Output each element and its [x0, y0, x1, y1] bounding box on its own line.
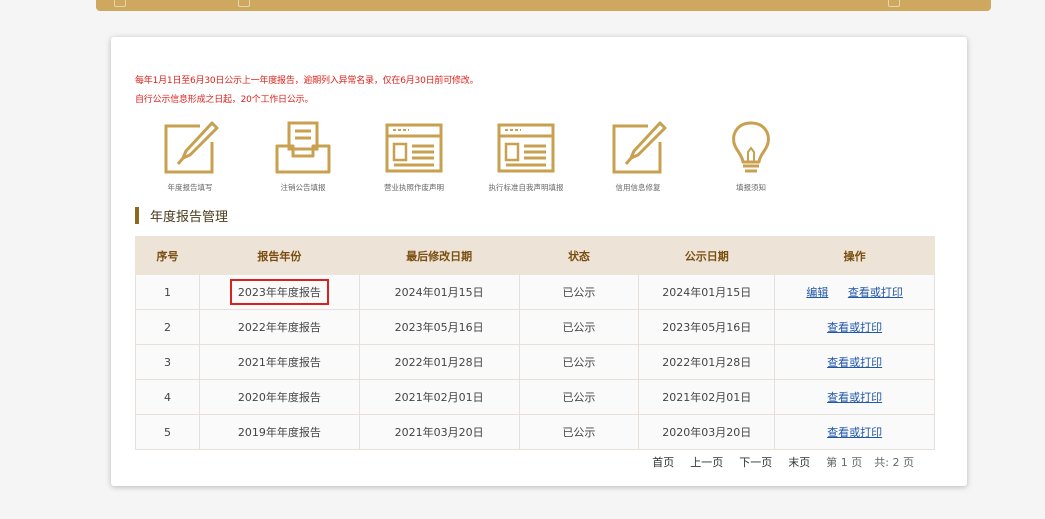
repair-edit-icon [612, 121, 667, 174]
table-row: 3 2021年年度报告 2022年01月28日 已公示 2022年01月28日 … [135, 344, 935, 380]
view-print-link[interactable]: 查看或打印 [848, 286, 903, 299]
lightbulb-icon [732, 121, 770, 173]
filing-guide-button[interactable]: 填报须知 [696, 120, 806, 193]
row-published: 2020年03月20日 [638, 414, 776, 450]
row-no: 3 [135, 344, 200, 380]
standard-card-icon [497, 123, 555, 173]
section-marker [135, 207, 139, 224]
total-pages-prefix: 共: [874, 456, 889, 469]
row-year: 2021年年度报告 [198, 344, 360, 380]
credit-repair-button[interactable]: 信用信息修复 [583, 120, 693, 193]
row-status: 已公示 [518, 309, 640, 345]
edit-link[interactable]: 编辑 [806, 286, 828, 299]
row-published: 2021年02月01日 [638, 379, 776, 415]
row-published: 2023年05月16日 [638, 309, 776, 345]
notice-deadline: 每年1月1日至6月30日公示上一年度报告，逾期列入异常名录，仅在6月30日前可修… [135, 76, 479, 86]
row-modified: 2021年02月01日 [358, 379, 520, 415]
table-row: 5 2019年年度报告 2021年03月20日 已公示 2020年03月20日 … [135, 414, 935, 450]
row-modified: 2021年03月20日 [358, 414, 520, 450]
section-title-text: 年度报告管理 [150, 210, 229, 225]
row-no: 1 [135, 274, 200, 310]
toolbar-icon[interactable] [114, 0, 126, 7]
total-pages-indicator: 共: 2 页 [874, 454, 914, 470]
row-actions: 编辑 查看或打印 [774, 274, 935, 310]
toolbar-icon[interactable] [888, 0, 900, 7]
col-header-year: 报告年份 [198, 236, 360, 275]
prev-page-link[interactable]: 上一页 [690, 454, 723, 470]
current-page-indicator: 第 1 页 [826, 454, 862, 470]
deregistration-notice-label: 注销公告填报 [280, 183, 326, 192]
license-card-icon [385, 123, 443, 173]
row-no: 5 [135, 414, 200, 450]
row-no: 2 [135, 309, 200, 345]
view-print-link[interactable]: 查看或打印 [827, 356, 882, 369]
row-status: 已公示 [518, 414, 640, 450]
col-header-published: 公示日期 [638, 236, 776, 275]
report-panel: 每年1月1日至6月30日公示上一年度报告，逾期列入异常名录，仅在6月30日前可修… [111, 37, 967, 486]
next-page-link[interactable]: 下一页 [739, 454, 772, 470]
table-row: 1 2023年年度报告 2024年01月15日 已公示 2024年01月15日 … [135, 274, 935, 310]
annual-report-table: 序号 报告年份 最后修改日期 状态 公示日期 操作 1 2023年年度报告 20… [135, 236, 935, 450]
inbox-tray-icon [275, 121, 331, 174]
last-page-link[interactable]: 末页 [788, 454, 810, 470]
first-page-link[interactable]: 首页 [652, 454, 674, 470]
toolbar-icon[interactable] [238, 0, 250, 7]
annual-report-fill-button[interactable]: 年度报告填写 [135, 120, 245, 193]
edit-document-icon [164, 121, 219, 174]
row-year-cell: 2023年年度报告 [198, 274, 360, 310]
row-actions: 查看或打印 [774, 309, 935, 345]
license-void-label: 营业执照作废声明 [384, 183, 444, 192]
pagination: 首页 上一页 下一页 末页 第 1 页 共: 2 页 [636, 454, 914, 470]
view-print-link[interactable]: 查看或打印 [827, 321, 882, 334]
row-no: 4 [135, 379, 200, 415]
standard-declaration-button[interactable]: 执行标准自我声明填报 [471, 120, 581, 193]
col-header-no: 序号 [135, 236, 200, 275]
row-modified: 2022年01月28日 [358, 344, 520, 380]
view-print-link[interactable]: 查看或打印 [827, 426, 882, 439]
deregistration-notice-button[interactable]: 注销公告填报 [248, 120, 358, 193]
row-published: 2022年01月28日 [638, 344, 776, 380]
row-status: 已公示 [518, 274, 640, 310]
top-toolbar [96, 0, 991, 11]
standard-declaration-label: 执行标准自我声明填报 [488, 183, 564, 192]
row-year: 2020年年度报告 [198, 379, 360, 415]
table-row: 4 2020年年度报告 2021年02月01日 已公示 2021年02月01日 … [135, 379, 935, 415]
current-page-number: 1 [840, 456, 848, 469]
current-page-prefix: 第 [826, 456, 838, 469]
row-published: 2024年01月15日 [638, 274, 776, 310]
row-year-highlighted: 2023年年度报告 [229, 279, 329, 305]
row-modified: 2023年05月16日 [358, 309, 520, 345]
row-status: 已公示 [518, 344, 640, 380]
view-print-link[interactable]: 查看或打印 [827, 391, 882, 404]
annual-report-fill-label: 年度报告填写 [167, 183, 213, 192]
row-actions: 查看或打印 [774, 379, 935, 415]
filing-guide-label: 填报须知 [736, 183, 766, 192]
row-year: 2019年年度报告 [198, 414, 360, 450]
row-actions: 查看或打印 [774, 414, 935, 450]
col-header-status: 状态 [518, 236, 640, 275]
current-page-suffix: 页 [851, 456, 863, 469]
row-actions: 查看或打印 [774, 344, 935, 380]
section-title: 年度报告管理 [135, 207, 229, 225]
col-header-modified: 最后修改日期 [358, 236, 520, 275]
license-void-button[interactable]: 营业执照作废声明 [359, 120, 469, 193]
row-year: 2022年年度报告 [198, 309, 360, 345]
row-modified: 2024年01月15日 [358, 274, 520, 310]
total-pages-number: 2 [892, 456, 900, 469]
row-status: 已公示 [518, 379, 640, 415]
table-row: 2 2022年年度报告 2023年05月16日 已公示 2023年05月16日 … [135, 309, 935, 345]
notice-publish-period: 自行公示信息形成之日起，20个工作日公示。 [135, 95, 314, 105]
table-header-row: 序号 报告年份 最后修改日期 状态 公示日期 操作 [135, 236, 935, 275]
col-header-actions: 操作 [774, 236, 935, 275]
total-pages-suffix: 页 [903, 456, 914, 469]
credit-repair-label: 信用信息修复 [615, 183, 661, 192]
